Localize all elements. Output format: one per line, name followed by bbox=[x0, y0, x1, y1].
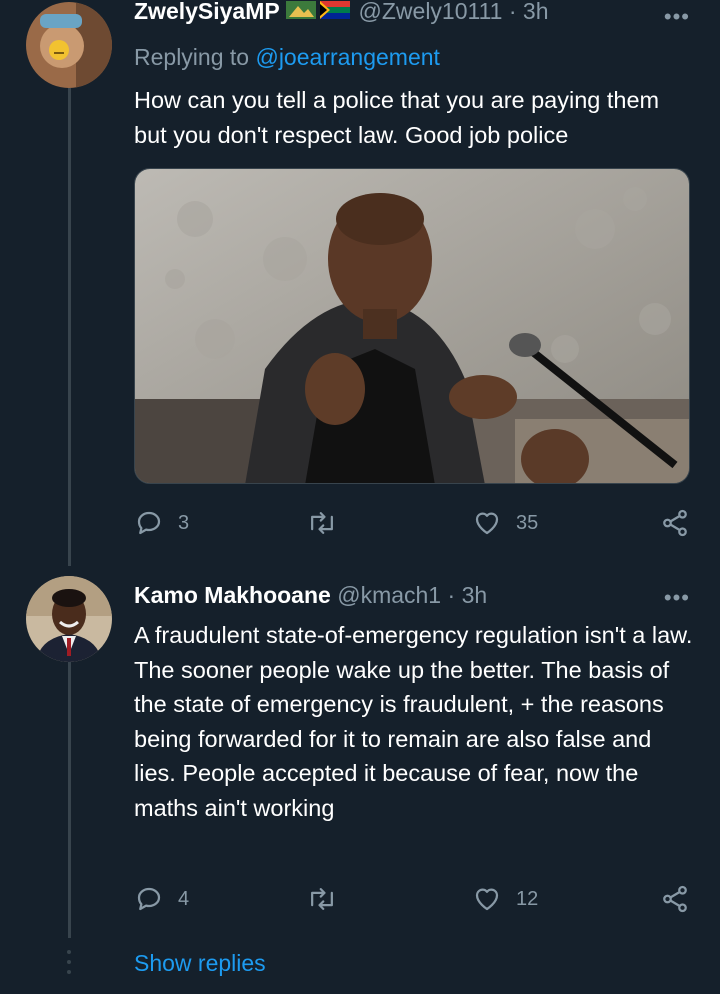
tweet-header: Kamo Makhooane @kmach1 · 3h bbox=[134, 582, 487, 609]
retweet-icon bbox=[311, 888, 333, 910]
collapsed-thread-dots-icon bbox=[67, 950, 71, 974]
reply-button[interactable]: 4 bbox=[134, 884, 189, 914]
share-icon bbox=[663, 509, 687, 537]
retweet-button[interactable] bbox=[306, 508, 352, 538]
tweet-photo[interactable] bbox=[134, 168, 690, 484]
tweet-text: A fraudulent state-of-emergency regulati… bbox=[134, 622, 693, 821]
reply-count: 3 bbox=[178, 511, 190, 534]
reply-icon bbox=[137, 511, 161, 535]
heart-icon bbox=[475, 512, 499, 535]
retweet-button[interactable] bbox=[306, 884, 352, 914]
display-name[interactable]: Kamo Makhooane bbox=[134, 582, 331, 608]
replying-to: Replying to @joearrangement bbox=[134, 44, 440, 71]
separator: · bbox=[508, 0, 517, 24]
thread-line-top bbox=[68, 88, 71, 566]
avatar[interactable] bbox=[26, 2, 112, 88]
thread-line-bottom bbox=[68, 662, 71, 938]
share-icon bbox=[663, 885, 687, 913]
tweet-text: How can you tell a police that you are p… bbox=[134, 87, 660, 148]
heart-icon bbox=[475, 888, 499, 911]
reply-count: 4 bbox=[178, 887, 190, 910]
share-button[interactable] bbox=[660, 884, 690, 914]
handle[interactable]: @Zwely10111 bbox=[359, 0, 503, 24]
tweet-header: ZwelySiyaMP @Zwely10111 · 3h bbox=[134, 0, 549, 27]
retweet-icon bbox=[311, 512, 333, 534]
share-button[interactable] bbox=[660, 508, 690, 538]
display-name[interactable]: ZwelySiyaMP bbox=[134, 0, 280, 24]
like-button[interactable]: 12 bbox=[472, 884, 538, 914]
reply-icon bbox=[137, 887, 161, 911]
replying-to-handle[interactable]: @joearrangement bbox=[255, 44, 439, 70]
like-button[interactable]: 35 bbox=[472, 508, 538, 538]
photo-image bbox=[135, 169, 689, 483]
avatar[interactable] bbox=[26, 576, 112, 662]
separator: · bbox=[447, 582, 456, 608]
like-count: 12 bbox=[516, 887, 539, 910]
handle[interactable]: @kmach1 bbox=[337, 582, 441, 608]
reply-button[interactable]: 3 bbox=[134, 508, 189, 538]
flag-emojis bbox=[286, 0, 352, 27]
timestamp[interactable]: 3h bbox=[462, 582, 488, 608]
replying-prefix: Replying to bbox=[134, 44, 250, 70]
timestamp[interactable]: 3h bbox=[523, 0, 549, 24]
more-options-icon[interactable]: ••• bbox=[664, 4, 690, 30]
like-count: 35 bbox=[516, 511, 539, 534]
show-replies-link[interactable]: Show replies bbox=[134, 950, 266, 977]
more-options-icon[interactable]: ••• bbox=[664, 585, 690, 611]
